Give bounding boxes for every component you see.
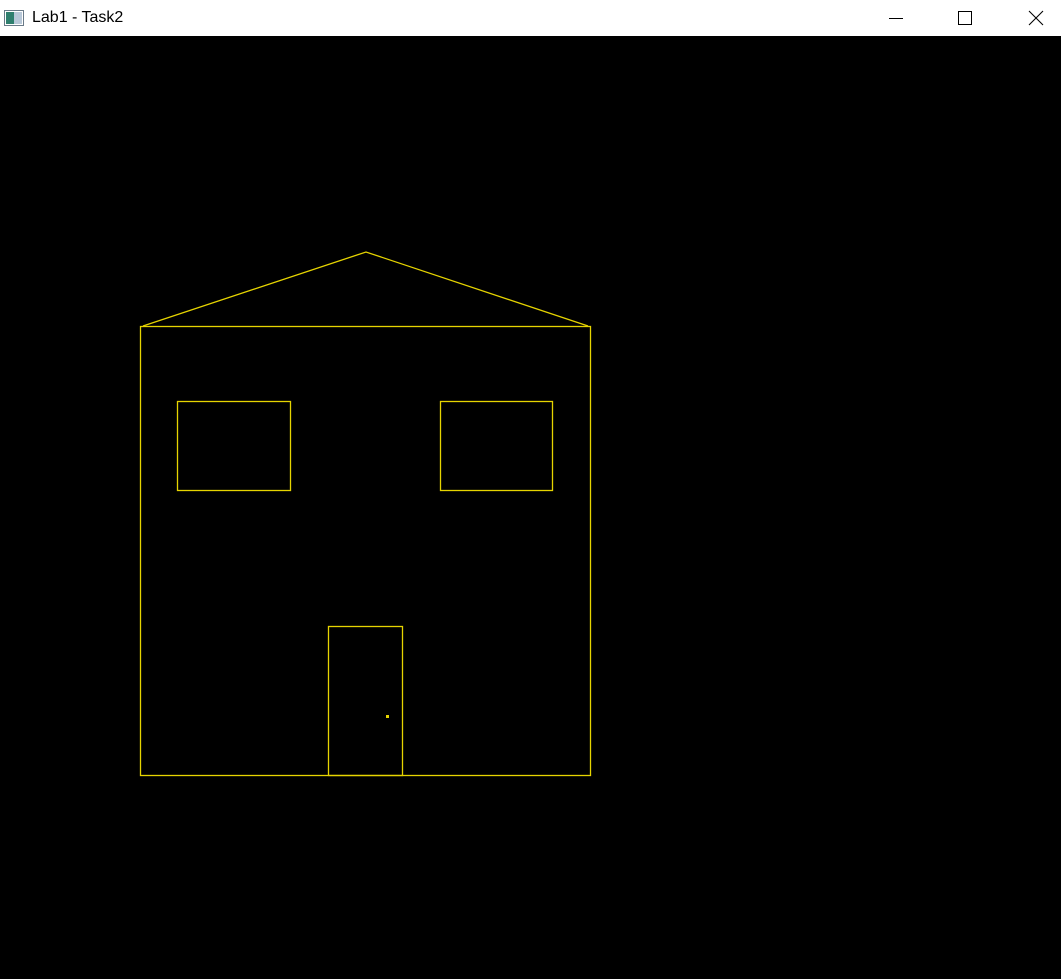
house-wall bbox=[139, 325, 592, 777]
roof bbox=[142, 251, 589, 327]
close-button[interactable] bbox=[1013, 0, 1059, 36]
door bbox=[327, 625, 404, 777]
right-window bbox=[439, 400, 554, 492]
minimize-button[interactable] bbox=[873, 0, 919, 36]
maximize-button[interactable] bbox=[942, 0, 988, 36]
app-window-icon bbox=[4, 10, 24, 26]
door-knob bbox=[386, 715, 389, 718]
drawing-canvas[interactable] bbox=[0, 42, 1061, 979]
app-window: Lab1 - Task2 bbox=[0, 0, 1061, 979]
maximize-icon bbox=[958, 11, 972, 25]
title-bar[interactable]: Lab1 - Task2 bbox=[0, 0, 1061, 36]
left-window bbox=[176, 400, 292, 492]
window-title: Lab1 - Task2 bbox=[32, 9, 124, 26]
house-drawing bbox=[139, 251, 592, 777]
minimize-icon bbox=[889, 11, 903, 25]
close-icon bbox=[1028, 10, 1044, 26]
